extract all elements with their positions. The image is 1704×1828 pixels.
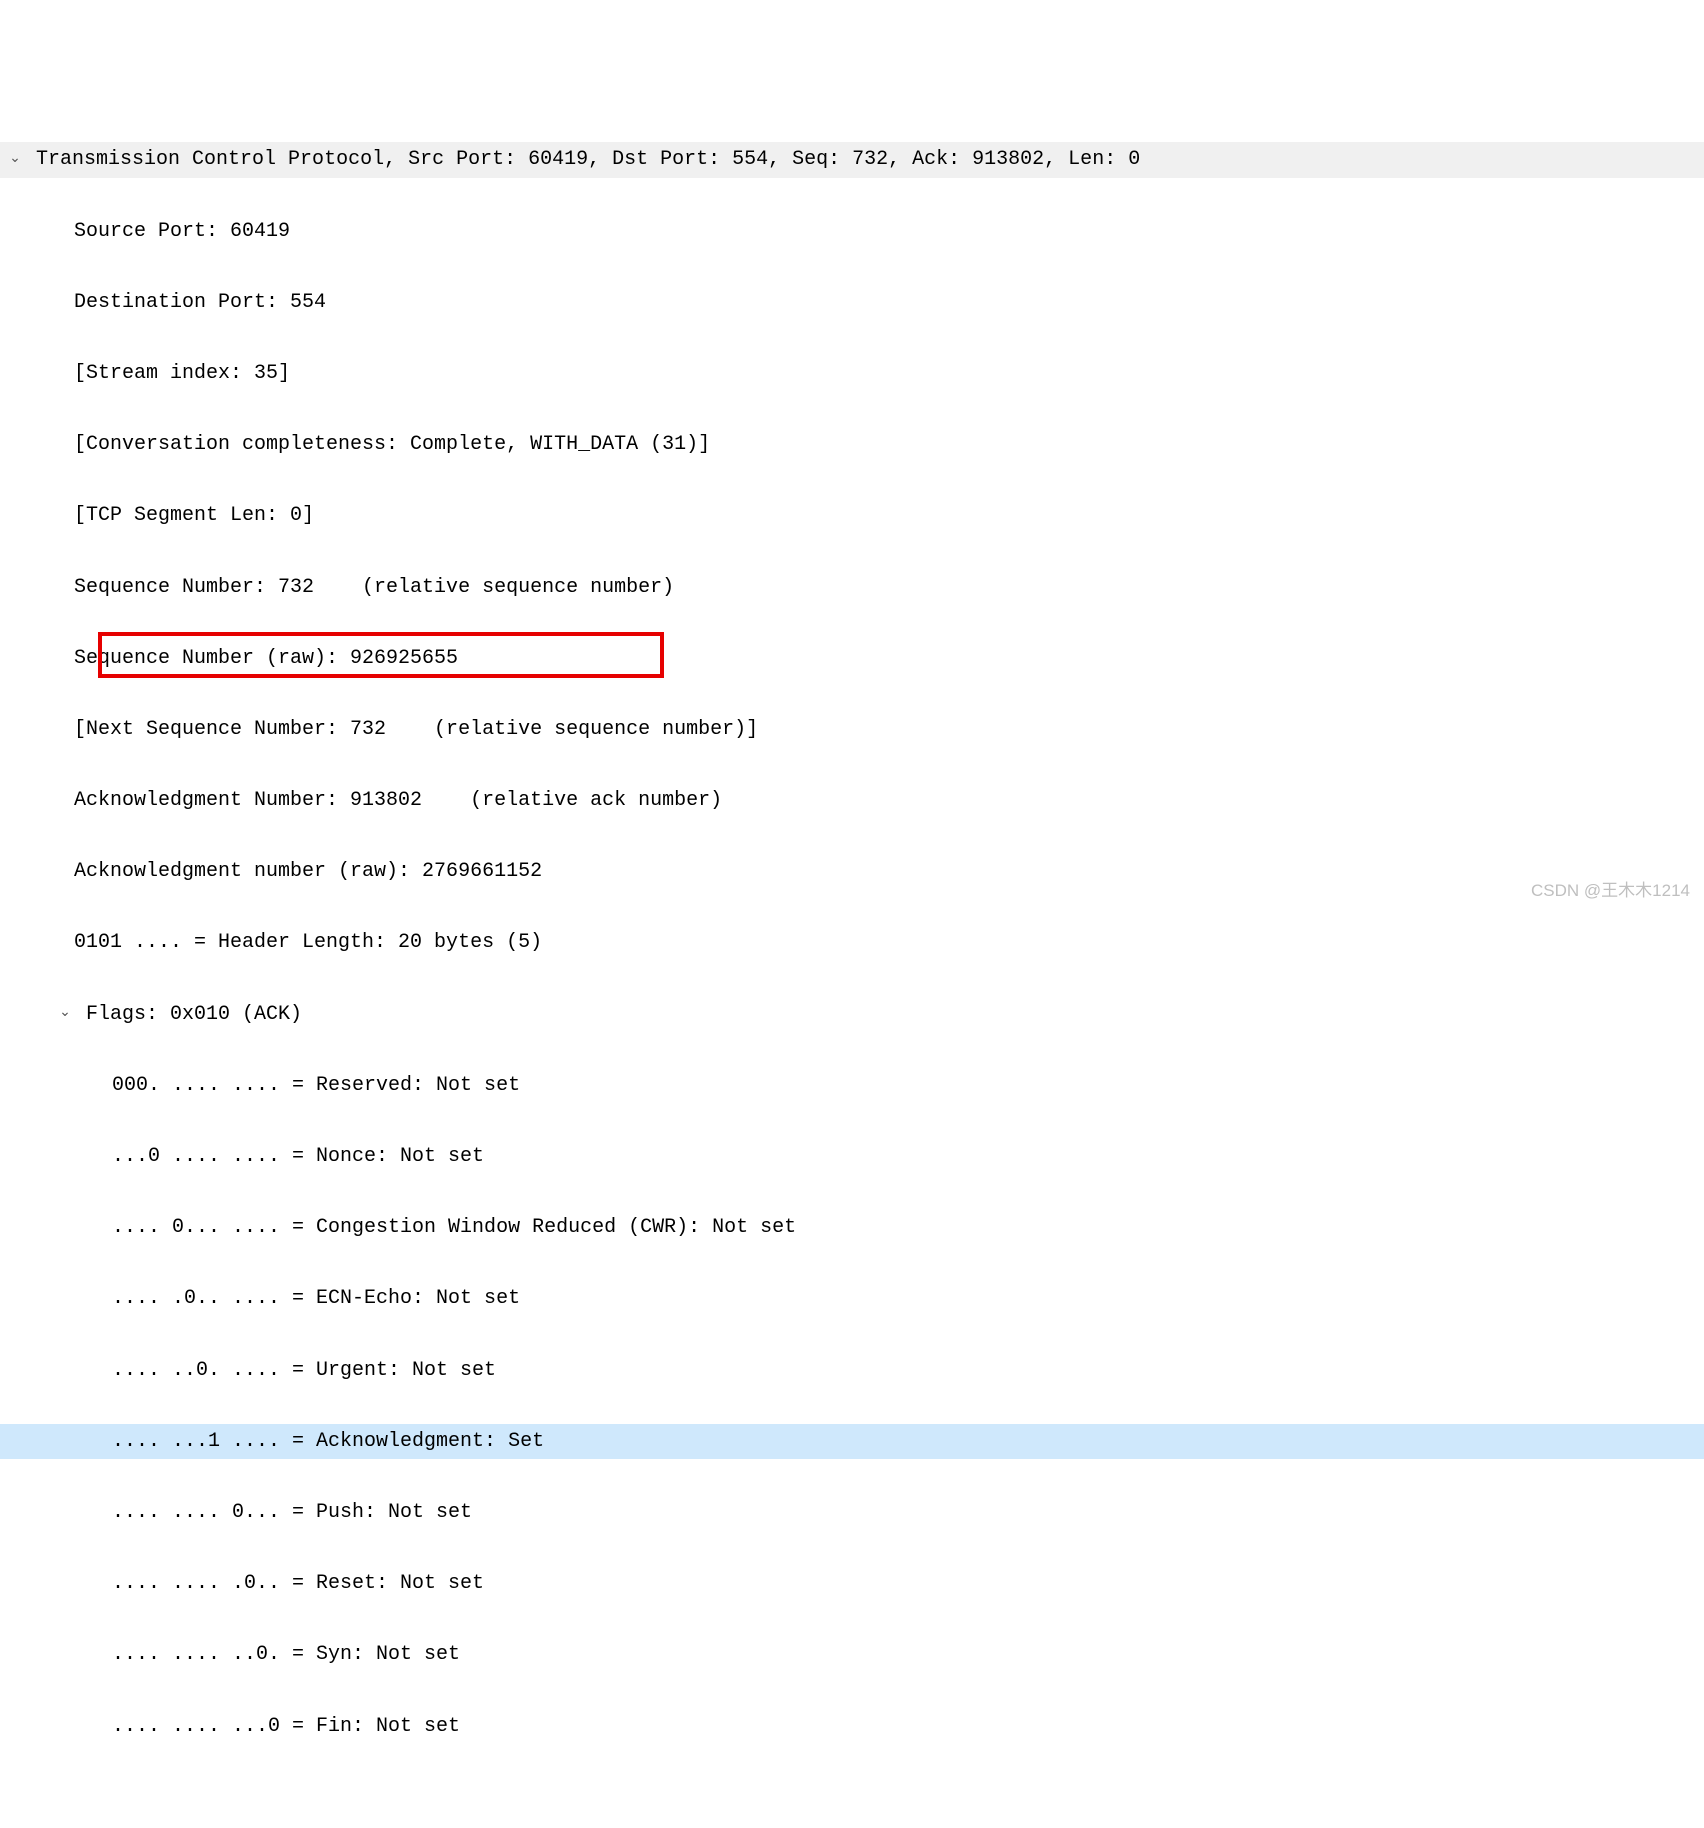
flag-reset[interactable]: .... .... .0.. = Reset: Not set <box>0 1566 1704 1602</box>
field-seq-num-raw[interactable]: Sequence Number (raw): 926925655 <box>0 641 1704 677</box>
field-conv-completeness[interactable]: [Conversation completeness: Complete, WI… <box>0 427 1704 463</box>
tcp-header-text: Transmission Control Protocol, Src Port:… <box>36 148 1140 171</box>
flag-syn[interactable]: .... .... ..0. = Syn: Not set <box>0 1637 1704 1673</box>
flag-cwr[interactable]: .... 0... .... = Congestion Window Reduc… <box>0 1210 1704 1246</box>
field-seq-num[interactable]: Sequence Number: 732 (relative sequence … <box>0 570 1704 606</box>
field-header-len[interactable]: 0101 .... = Header Length: 20 bytes (5) <box>0 925 1704 961</box>
flag-urgent[interactable]: .... ..0. .... = Urgent: Not set <box>0 1353 1704 1389</box>
field-ack-num-raw[interactable]: Acknowledgment number (raw): 2769661152 <box>0 854 1704 890</box>
flag-reserved[interactable]: 000. .... .... = Reserved: Not set <box>0 1068 1704 1104</box>
field-dest-port[interactable]: Destination Port: 554 <box>0 285 1704 321</box>
flag-ecn[interactable]: .... .0.. .... = ECN-Echo: Not set <box>0 1281 1704 1317</box>
flag-push[interactable]: .... .... 0... = Push: Not set <box>0 1495 1704 1531</box>
field-tcp-seg-len[interactable]: [TCP Segment Len: 0] <box>0 498 1704 534</box>
field-stream-index[interactable]: [Stream index: 35] <box>0 356 1704 392</box>
flag-ack-highlighted[interactable]: .... ...1 .... = Acknowledgment: Set <box>0 1424 1704 1460</box>
watermark: CSDN @王木木1214 <box>1531 876 1690 906</box>
flags-summary: Flags: 0x010 (ACK) <box>86 1003 302 1026</box>
field-ack-num[interactable]: Acknowledgment Number: 913802 (relative … <box>0 783 1704 819</box>
chevron-down-icon[interactable]: ⌄ <box>56 1001 74 1026</box>
chevron-down-icon[interactable]: ⌄ <box>6 147 24 172</box>
field-next-seq[interactable]: [Next Sequence Number: 732 (relative seq… <box>0 712 1704 748</box>
flag-fin[interactable]: .... .... ...0 = Fin: Not set <box>0 1709 1704 1745</box>
flags-row[interactable]: ⌄ Flags: 0x010 (ACK) <box>0 997 1704 1033</box>
field-source-port[interactable]: Source Port: 60419 <box>0 214 1704 250</box>
tcp-header-row[interactable]: ⌄ Transmission Control Protocol, Src Por… <box>0 142 1704 178</box>
flag-nonce[interactable]: ...0 .... .... = Nonce: Not set <box>0 1139 1704 1175</box>
